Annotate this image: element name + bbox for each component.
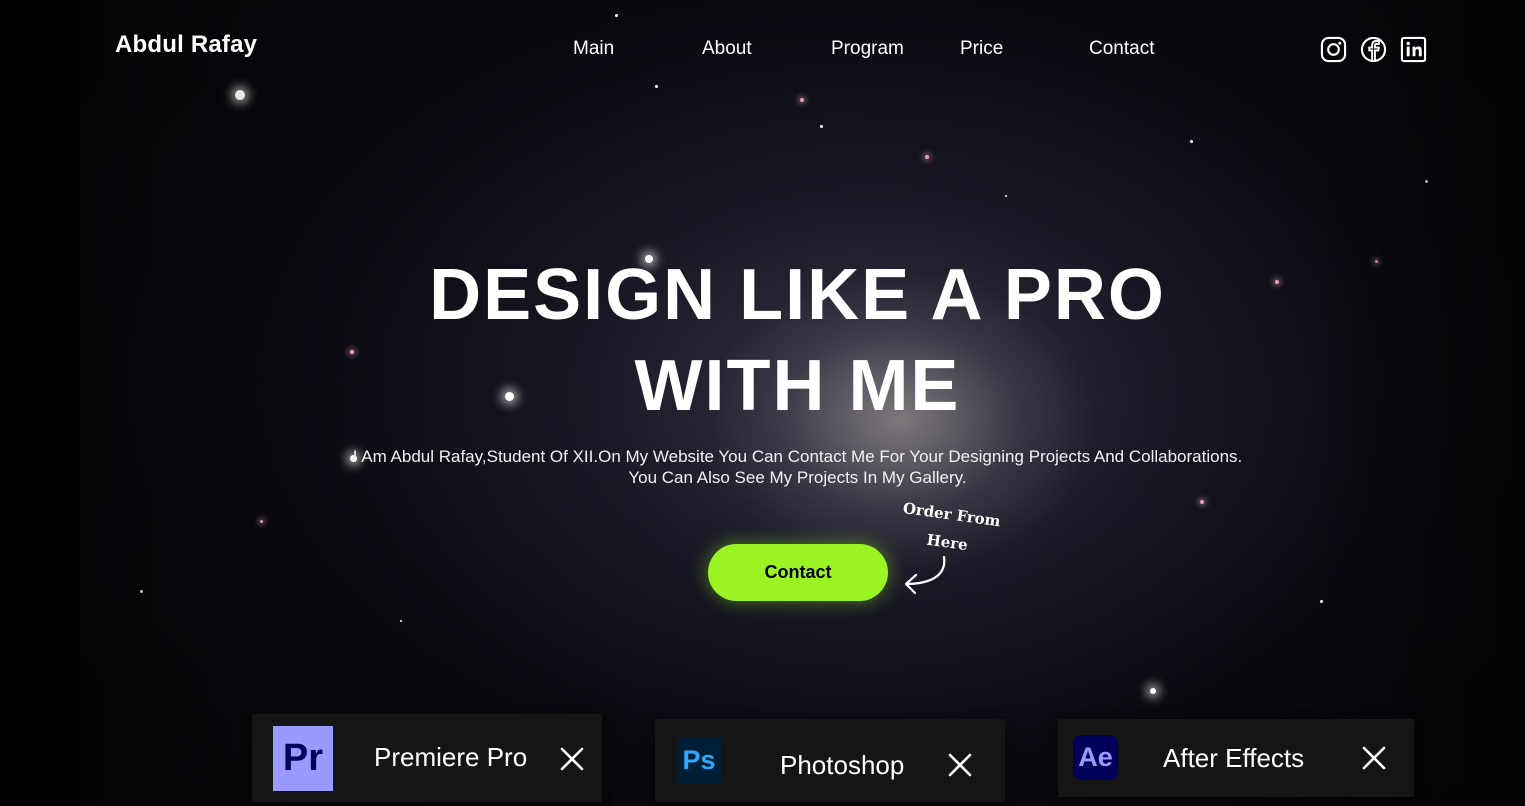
curved-arrow-icon [904, 555, 946, 595]
close-icon[interactable] [1360, 744, 1388, 772]
after-effects-logo-icon: Ae [1073, 735, 1118, 780]
photoshop-logo-text: Ps [682, 744, 716, 775]
star-decoration [820, 125, 823, 128]
contact-button[interactable]: Contact [708, 544, 888, 601]
star-decoration [400, 620, 402, 622]
star-decoration [1005, 195, 1007, 197]
hero-headline: DESIGN LIKE A PRO WITH ME [0, 250, 1525, 432]
star-decoration [260, 520, 263, 523]
star-decoration [140, 590, 143, 593]
tool-name-after-effects: After Effects [1163, 743, 1305, 773]
close-icon[interactable] [558, 745, 586, 773]
nav-link-price[interactable]: Price [960, 38, 1003, 60]
instagram-icon[interactable] [1320, 36, 1347, 63]
tool-card-photoshop[interactable]: Ps Photoshop [655, 719, 1005, 802]
star-decoration [1190, 140, 1193, 143]
premiere-pro-logo-icon: Pr [273, 726, 333, 791]
tool-card-premiere-pro[interactable]: Pr Premiere Pro [252, 714, 602, 802]
star-decoration [925, 155, 929, 159]
after-effects-logo-text: Ae [1078, 742, 1113, 772]
page: Abdul Rafay Main About Program Price Con… [0, 0, 1525, 806]
premiere-pro-logo-text: Pr [282, 737, 324, 779]
headline-line-2: WITH ME [634, 346, 961, 426]
nav-link-main[interactable]: Main [573, 38, 614, 60]
nav-link-contact[interactable]: Contact [1089, 38, 1154, 60]
star-decoration [615, 14, 618, 17]
star-decoration [1320, 600, 1323, 603]
tool-card-after-effects[interactable]: Ae After Effects [1058, 719, 1414, 797]
headline-line-1: DESIGN LIKE A PRO [429, 255, 1166, 335]
brand-logo-text[interactable]: Abdul Rafay [115, 31, 257, 59]
star-decoration [1150, 688, 1156, 694]
hero-intro-text: I Am Abdul Rafay,Student Of XII.On My We… [290, 446, 1305, 488]
star-decoration [655, 85, 658, 88]
tool-name-premiere-pro: Premiere Pro [374, 742, 528, 772]
tool-name-photoshop: Photoshop [780, 750, 905, 780]
star-decoration [1200, 500, 1204, 504]
linkedin-icon[interactable] [1400, 36, 1427, 63]
star-decoration [235, 90, 245, 100]
nav-link-about[interactable]: About [702, 38, 752, 60]
intro-line-2: You Can Also See My Projects In My Galle… [628, 468, 967, 487]
star-decoration [1425, 180, 1428, 183]
intro-line-1: I Am Abdul Rafay,Student Of XII.On My We… [352, 447, 1243, 466]
nav-link-program[interactable]: Program [831, 38, 904, 60]
facebook-icon[interactable] [1360, 36, 1387, 63]
close-icon[interactable] [946, 751, 974, 779]
photoshop-logo-icon: Ps [677, 737, 721, 783]
star-decoration [800, 98, 804, 102]
